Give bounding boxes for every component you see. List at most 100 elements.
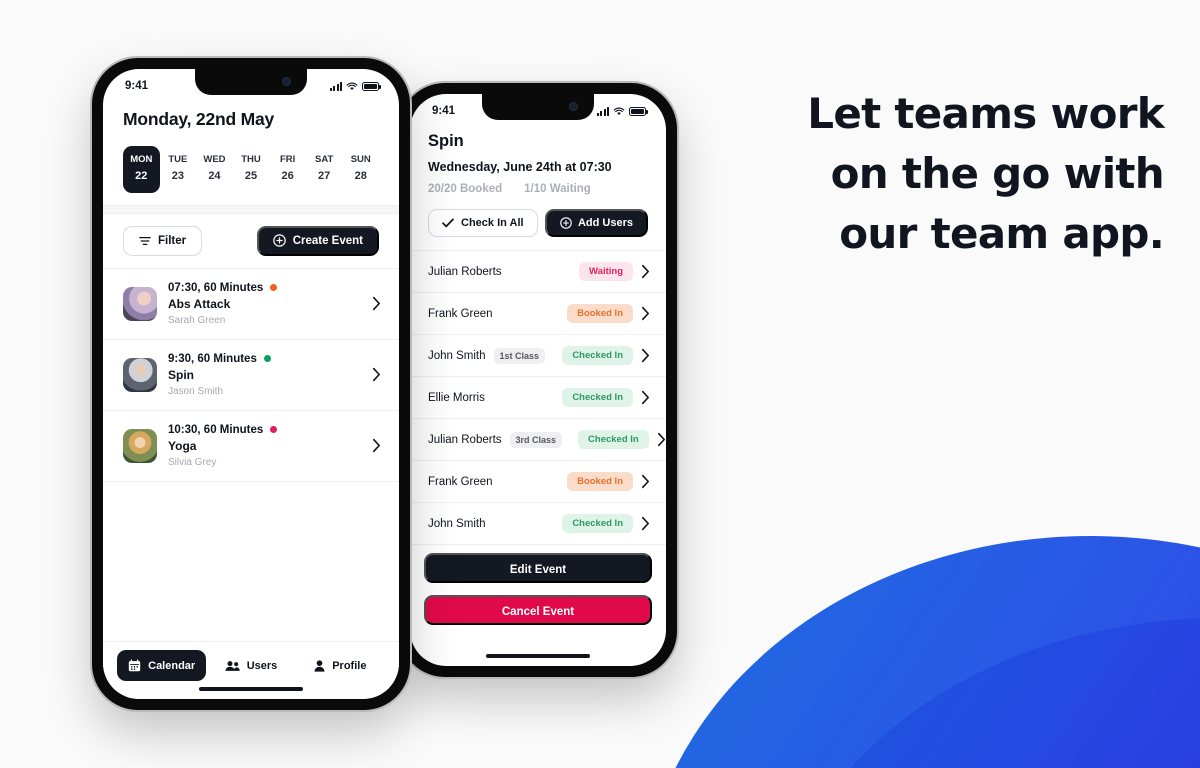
avatar — [123, 428, 157, 463]
marketing-hero-slide: Let teams work on the go with our team a… — [0, 0, 1200, 768]
day-cell-date: 27 — [318, 169, 331, 182]
battery-full-icon — [362, 81, 381, 91]
day-cell-dow: SUN — [350, 154, 371, 165]
day-cell-mon[interactable]: MON 22 — [123, 146, 160, 193]
event-detail-footer: Edit Event Cancel Event — [410, 545, 666, 625]
attendee-row[interactable]: Julian Roberts 3rd Class Checked In — [410, 419, 666, 461]
tab-label: Users — [246, 659, 278, 672]
avatar — [123, 357, 157, 392]
status-badge: Waiting — [579, 262, 633, 281]
day-cell-fri[interactable]: FRI 26 — [269, 146, 306, 193]
attendee-name: Frank Green — [428, 475, 493, 488]
attendee-name: Julian Roberts — [428, 265, 502, 278]
day-cell-dow: SAT — [315, 154, 334, 165]
battery-full-icon — [629, 106, 648, 116]
attendee-row[interactable]: Frank Green Booked In — [410, 461, 666, 503]
page-title: Monday, 22nd May — [123, 109, 275, 129]
chevron-right-icon — [641, 306, 650, 321]
headline: Let teams work on the go with our team a… — [760, 84, 1164, 264]
week-day-selector[interactable]: MON 22 TUE 23 WED 24 THU 25 FRI 26 SAT 27 SUN 28 — [123, 146, 379, 199]
chevron-right-icon — [372, 297, 381, 311]
add-users-button[interactable]: Add Users — [544, 209, 648, 237]
tab-profile[interactable]: Profile — [296, 650, 385, 681]
waiting-count: 1/10 Waiting — [524, 183, 591, 195]
event-item-body: 10:30, 60 Minutes Yoga Silvia Grey — [168, 424, 361, 468]
tab-calendar[interactable]: Calendar — [117, 650, 207, 681]
day-cell-date: 26 — [281, 169, 294, 182]
day-cell-wed[interactable]: WED 24 — [196, 146, 233, 193]
attendee-row[interactable]: John Smith Checked In — [410, 503, 666, 545]
phone2-status-indicators — [596, 106, 648, 116]
phone1-screen: 9:41 Monday, 22nd May MON 22 TUE 23 WED 24 THU… — [103, 69, 399, 699]
event-capacity-row: 20/20 Booked 1/10 Waiting — [428, 183, 648, 195]
attendee-list: Julian Roberts Waiting Frank Green Booked I… — [410, 250, 666, 545]
cellular-bars-icon — [329, 81, 342, 91]
event-item-coach: Sarah Green — [168, 314, 226, 326]
day-cell-date: 22 — [135, 169, 148, 182]
edit-event-button[interactable]: Edit Event — [424, 553, 652, 583]
event-item-body: 07:30, 60 Minutes Abs Attack Sarah Green — [168, 282, 361, 326]
phone1-status-time: 9:41 — [125, 80, 149, 92]
attendee-class-tag: 1st Class — [493, 347, 546, 364]
event-list-item[interactable]: 9:30, 60 Minutes Spin Jason Smith — [103, 340, 399, 411]
plus-circle-icon — [560, 217, 572, 229]
day-cell-thu[interactable]: THU 25 — [233, 146, 270, 193]
filter-label: Filter — [158, 234, 187, 247]
status-badge: Checked In — [562, 388, 633, 407]
chevron-right-icon — [641, 390, 650, 405]
phone-mockup-calendar: 9:41 Monday, 22nd May MON 22 TUE 23 WED 24 THU… — [92, 58, 410, 710]
event-item-time: 10:30, 60 Minutes — [168, 423, 264, 436]
check-in-all-button[interactable]: Check In All — [428, 209, 538, 237]
day-cell-tue[interactable]: TUE 23 — [160, 146, 197, 193]
chevron-right-icon — [372, 368, 381, 382]
day-cell-dow: THU — [241, 154, 261, 165]
attendee-row[interactable]: John Smith 1st Class Checked In — [410, 335, 666, 377]
event-item-name: Spin — [168, 367, 194, 382]
status-badge: Booked In — [567, 472, 633, 491]
tab-users[interactable]: Users — [206, 650, 295, 681]
avatar — [123, 286, 157, 321]
cancel-event-button[interactable]: Cancel Event — [424, 595, 652, 625]
day-cell-sat[interactable]: SAT 27 — [306, 146, 343, 193]
event-list-item[interactable]: 10:30, 60 Minutes Yoga Silvia Grey — [103, 411, 399, 482]
phone1-home-indicator — [199, 687, 303, 691]
headline-line-3: our team app. — [839, 209, 1164, 258]
phone1-notch — [195, 69, 307, 95]
event-list-item[interactable]: 07:30, 60 Minutes Abs Attack Sarah Green — [103, 269, 399, 340]
headline-line-1: Let teams work — [807, 89, 1164, 138]
event-status-dot — [263, 355, 271, 363]
day-cell-dow: WED — [203, 154, 226, 165]
status-badge: Checked In — [578, 430, 649, 449]
event-status-dot — [270, 426, 278, 434]
users-icon — [225, 660, 240, 671]
chevron-right-icon — [641, 516, 650, 531]
tab-label: Calendar — [148, 659, 196, 672]
event-item-time-row: 9:30, 60 Minutes — [168, 353, 361, 365]
event-item-time-row: 10:30, 60 Minutes — [168, 424, 361, 436]
booked-count: 20/20 Booked — [428, 183, 503, 195]
attendee-name: John Smith — [428, 517, 486, 530]
create-event-label: Create Event — [292, 234, 363, 247]
event-item-time-row: 07:30, 60 Minutes — [168, 282, 361, 294]
plus-circle-icon — [272, 234, 286, 248]
day-cell-dow: TUE — [168, 154, 188, 165]
day-cell-date: 23 — [171, 169, 184, 182]
day-cell-sun[interactable]: SUN 28 — [342, 146, 379, 193]
event-item-name: Abs Attack — [168, 296, 231, 311]
calendar-icon — [128, 659, 141, 672]
attendee-name: John Smith — [428, 349, 486, 362]
front-camera-icon — [569, 102, 578, 111]
cellular-bars-icon — [596, 106, 609, 116]
filter-button[interactable]: Filter — [123, 225, 203, 256]
attendee-row[interactable]: Frank Green Booked In — [410, 293, 666, 335]
attendee-row[interactable]: Ellie Morris Checked In — [410, 377, 666, 419]
create-event-button[interactable]: Create Event — [256, 225, 379, 256]
chevron-right-icon — [641, 348, 650, 363]
event-item-name: Yoga — [168, 438, 197, 453]
wifi-icon — [346, 82, 358, 90]
chevron-right-icon — [657, 432, 665, 447]
attendee-row[interactable]: Julian Roberts Waiting — [410, 251, 666, 293]
attendee-class-tag: 3rd Class — [509, 431, 563, 448]
event-list: 07:30, 60 Minutes Abs Attack Sarah Green 9:… — [103, 267, 399, 482]
day-cell-date: 25 — [244, 169, 258, 182]
